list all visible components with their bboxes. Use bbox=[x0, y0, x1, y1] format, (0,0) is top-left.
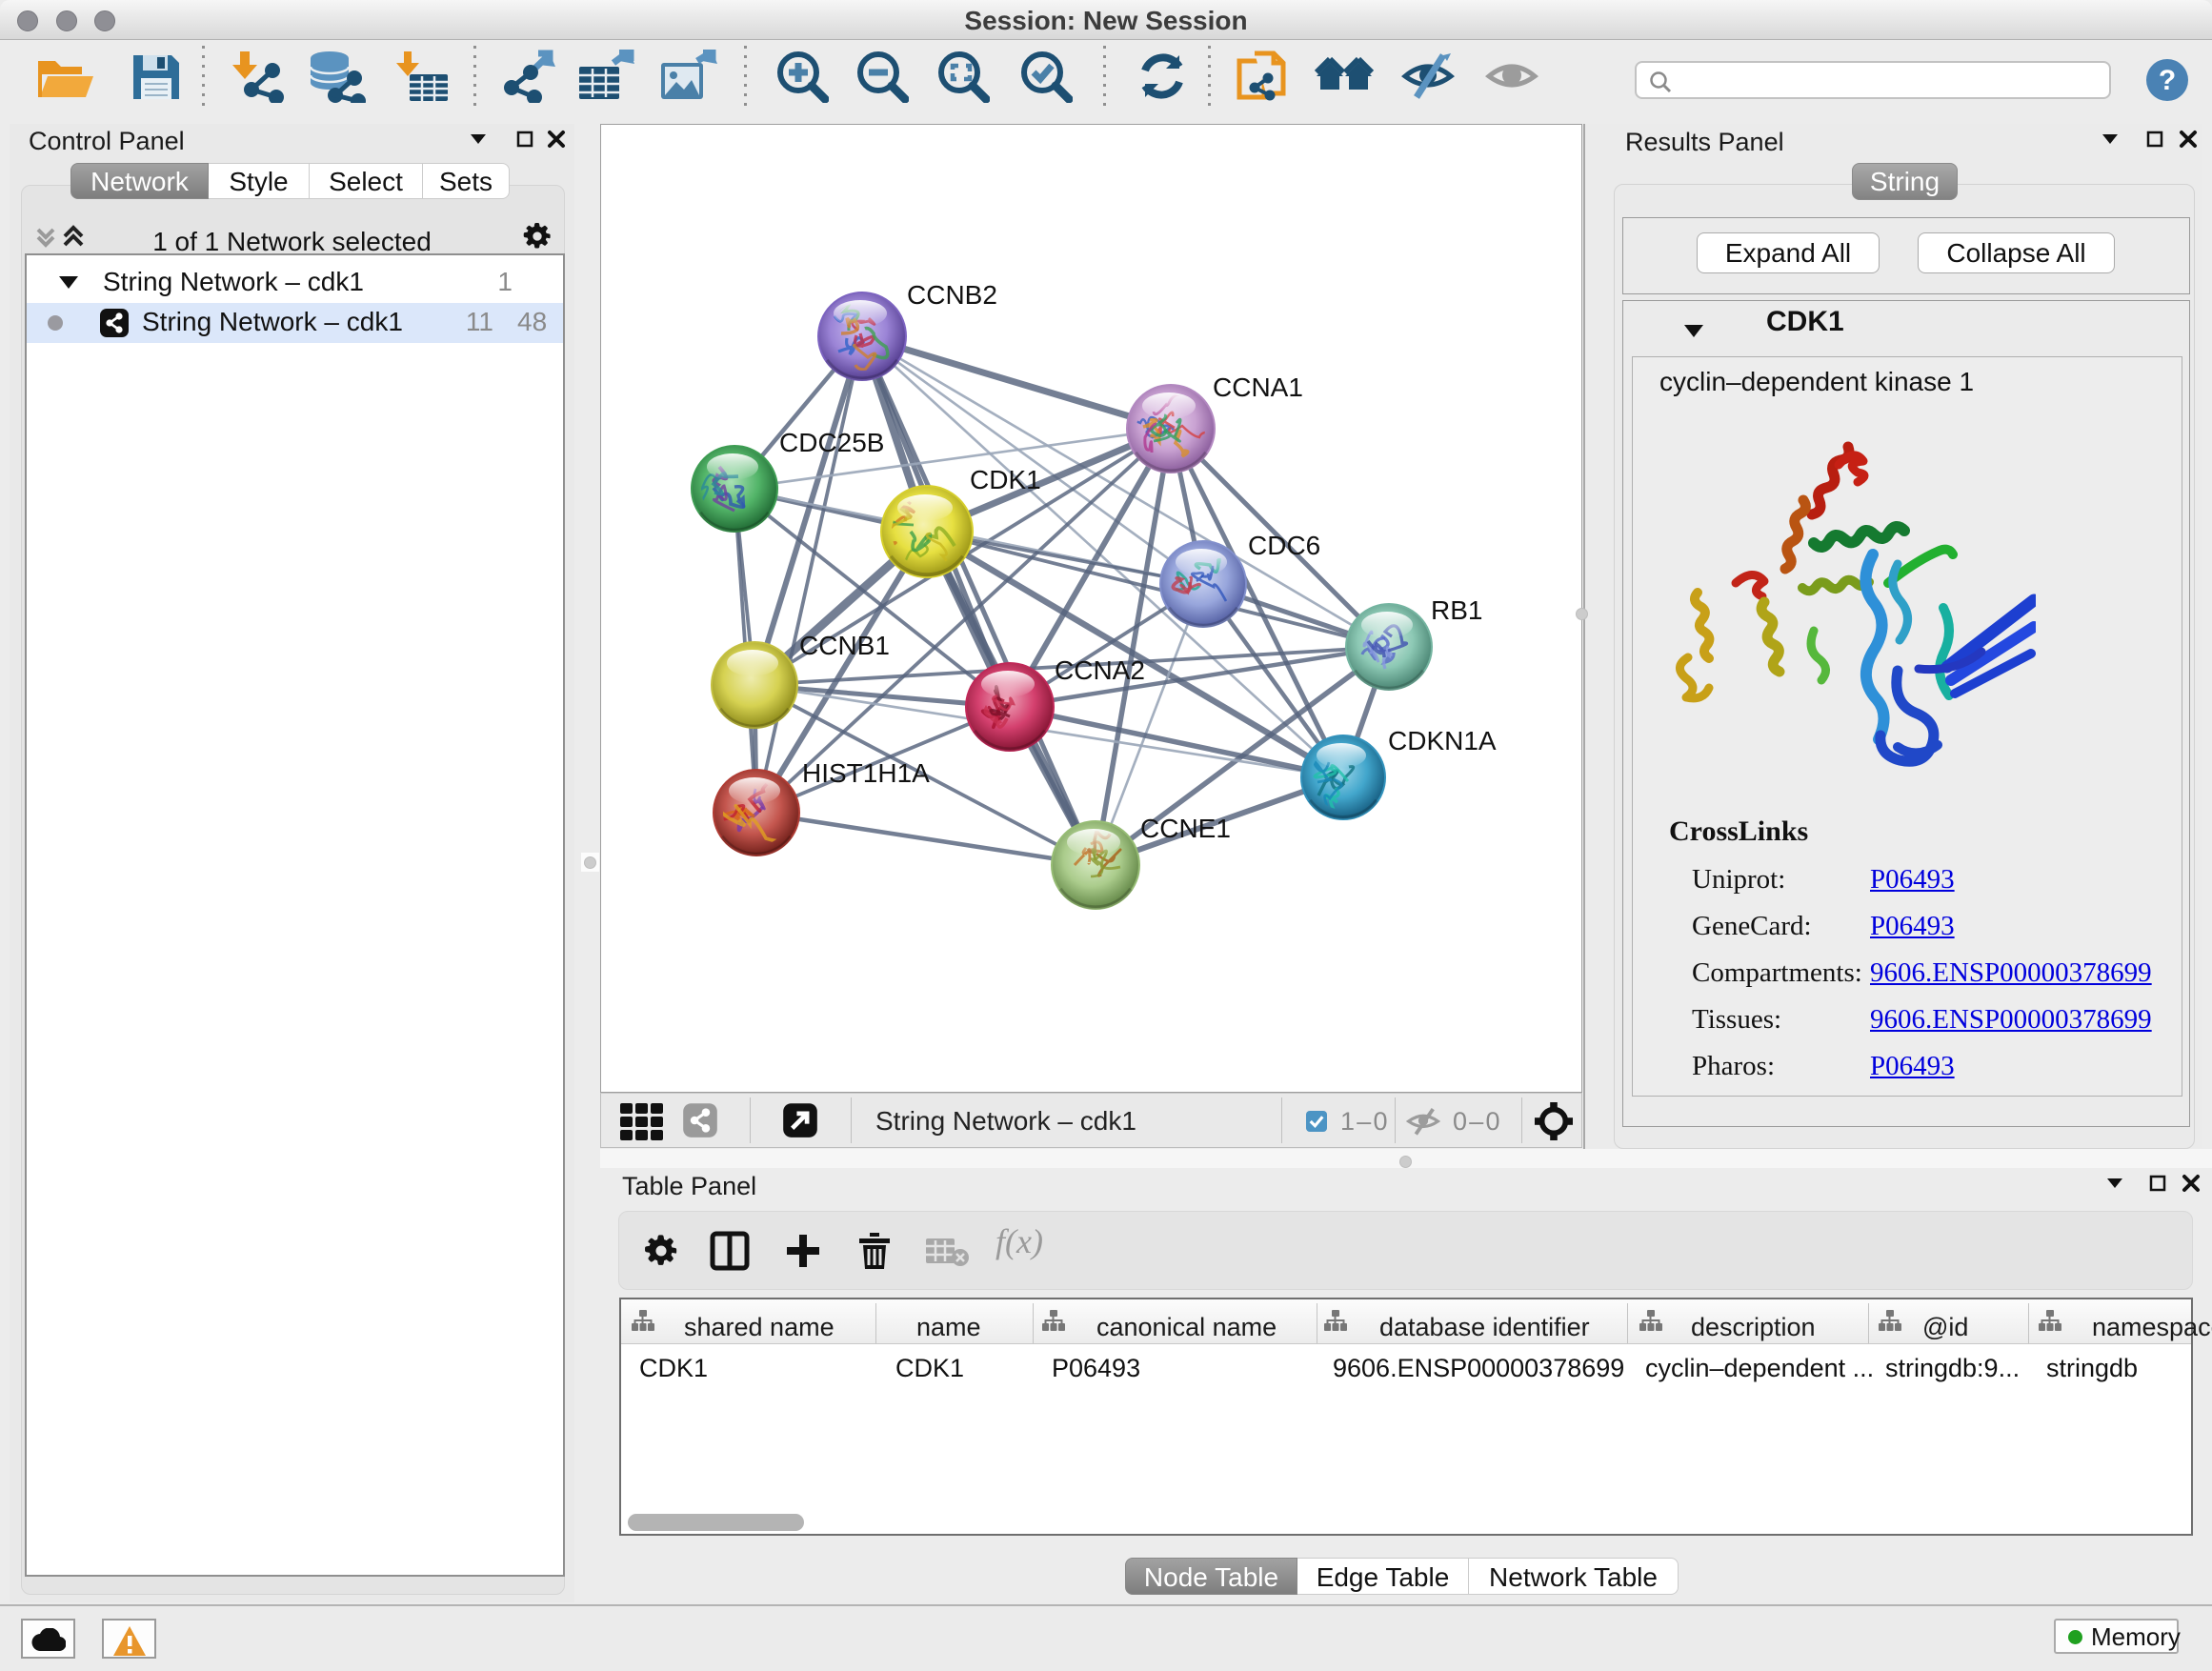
svg-text:CDKN1A: CDKN1A bbox=[1388, 726, 1497, 755]
svg-text:CCNA2: CCNA2 bbox=[1055, 655, 1145, 685]
svg-text:CDK1: CDK1 bbox=[970, 465, 1041, 494]
svg-text:?: ? bbox=[2159, 65, 2176, 96]
svg-text:CDC25B: CDC25B bbox=[779, 428, 884, 457]
svg-text:RB1: RB1 bbox=[1431, 595, 1482, 625]
svg-text:CCNA1: CCNA1 bbox=[1213, 372, 1303, 402]
svg-text:CCNB1: CCNB1 bbox=[799, 631, 890, 660]
svg-text:CCNB2: CCNB2 bbox=[907, 280, 997, 310]
svg-text:CDC6: CDC6 bbox=[1248, 531, 1320, 560]
svg-text:HIST1H1A: HIST1H1A bbox=[802, 758, 930, 788]
svg-text:CCNE1: CCNE1 bbox=[1140, 814, 1231, 843]
